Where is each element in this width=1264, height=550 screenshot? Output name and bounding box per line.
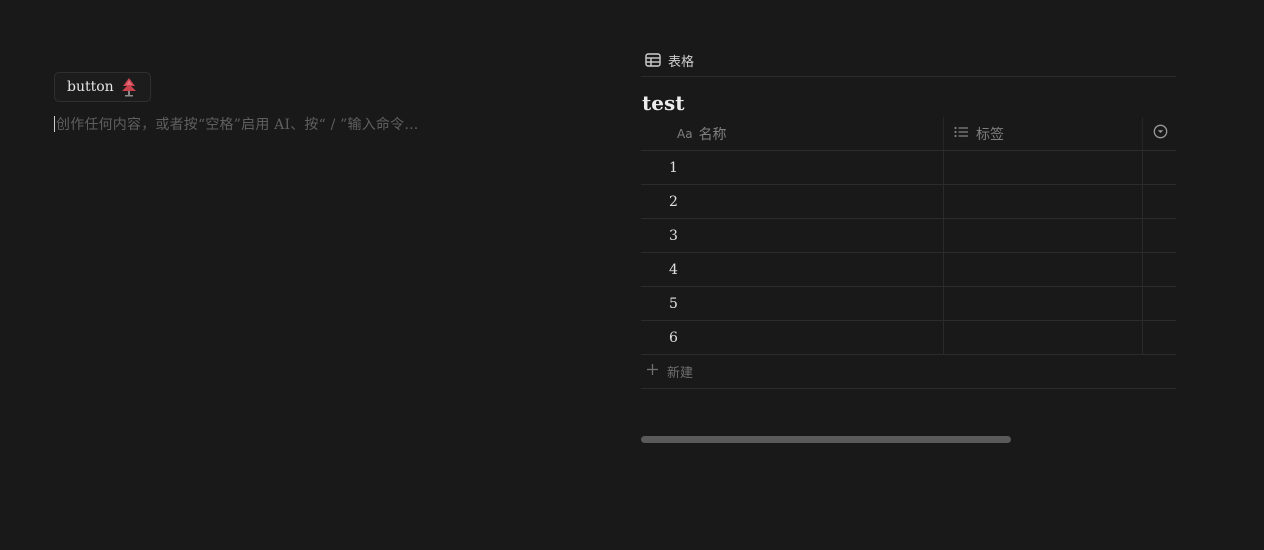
cell-tags[interactable] — [944, 185, 1143, 218]
editor-placeholder: 创作任何内容，或者按“空格”启用 AI、按“ / ”输入命令… — [56, 117, 419, 133]
cell-tags[interactable] — [944, 219, 1143, 252]
cell-name[interactable]: 1 — [641, 151, 944, 184]
text-type-icon: Aa — [677, 126, 693, 141]
chevron-down-circle-icon[interactable] — [1153, 124, 1168, 143]
page: button 创作任何内容，或者按“空格”启用 AI、按“ / ”输入命令… 表… — [0, 0, 1264, 550]
table-row[interactable]: 3 — [641, 219, 1176, 253]
inline-database: 表格 test Aa 名称 标签 1 2 3 4 5 6 新建 — [641, 44, 1176, 389]
database-title[interactable]: test — [641, 89, 1176, 117]
new-row-button[interactable]: 新建 — [641, 355, 1176, 389]
table-row[interactable]: 1 — [641, 151, 1176, 185]
tree-emoji-icon — [120, 77, 138, 97]
view-tab-table[interactable]: 表格 — [641, 44, 1176, 77]
column-header-tags-label: 标签 — [976, 126, 1004, 143]
table-row[interactable]: 4 — [641, 253, 1176, 287]
cell-name[interactable]: 2 — [641, 185, 944, 218]
column-header-tags[interactable]: 标签 — [944, 117, 1143, 150]
cell-extra — [1143, 287, 1176, 320]
view-tab-label: 表格 — [668, 54, 695, 70]
cell-name[interactable]: 5 — [641, 287, 944, 320]
cell-tags[interactable] — [944, 321, 1143, 354]
cell-tags[interactable] — [944, 151, 1143, 184]
editor-empty-line[interactable]: 创作任何内容，或者按“空格”启用 AI、按“ / ”输入命令… — [54, 114, 419, 134]
cell-tags[interactable] — [944, 287, 1143, 320]
add-property-cell — [1143, 117, 1176, 150]
column-header-name[interactable]: Aa 名称 — [641, 117, 944, 150]
cell-name[interactable]: 4 — [641, 253, 944, 286]
button-label: button — [67, 79, 114, 95]
plus-icon — [646, 363, 659, 380]
cell-extra — [1143, 151, 1176, 184]
horizontal-scrollbar[interactable] — [641, 436, 1011, 443]
cell-extra — [1143, 253, 1176, 286]
cell-extra — [1143, 321, 1176, 354]
cell-name[interactable]: 6 — [641, 321, 944, 354]
table-icon — [645, 53, 661, 67]
table-row[interactable]: 5 — [641, 287, 1176, 321]
table-body: 1 2 3 4 5 6 — [641, 151, 1176, 355]
new-row-label: 新建 — [667, 366, 694, 381]
cell-tags[interactable] — [944, 253, 1143, 286]
table-header: Aa 名称 标签 — [641, 117, 1176, 151]
table-row[interactable]: 2 — [641, 185, 1176, 219]
cell-name[interactable]: 3 — [641, 219, 944, 252]
table-row[interactable]: 6 — [641, 321, 1176, 355]
cell-extra — [1143, 185, 1176, 218]
inline-button[interactable]: button — [54, 72, 151, 102]
column-header-name-label: 名称 — [698, 126, 727, 143]
cell-extra — [1143, 219, 1176, 252]
text-caret — [54, 116, 55, 132]
list-icon — [954, 126, 969, 142]
